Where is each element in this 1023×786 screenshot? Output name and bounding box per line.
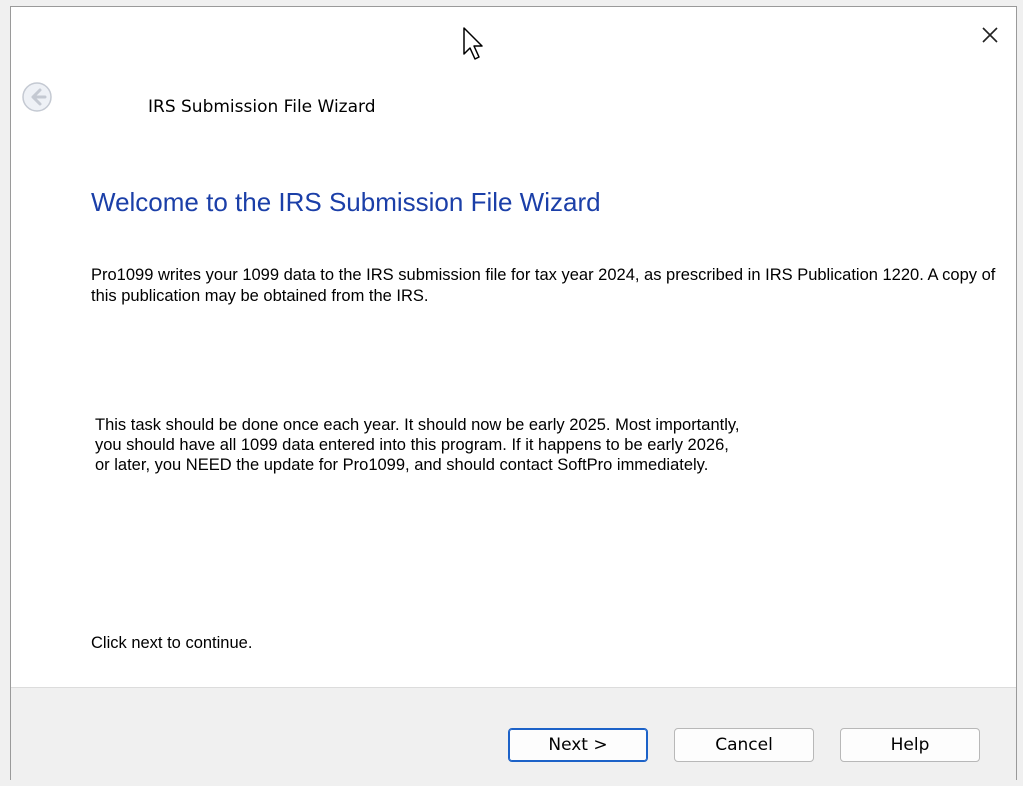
button-bar: Next > Cancel Help [11,687,1016,780]
task-text: This task should be done once each year.… [95,416,740,474]
continue-text: Click next to continue. [91,634,253,652]
next-button[interactable]: Next > [508,728,648,762]
mouse-pointer-icon [463,27,483,60]
cancel-button[interactable]: Cancel [674,728,814,762]
desktop-background: IRS Submission File Wizard Welcome to th… [0,0,1023,786]
wizard-title: IRS Submission File Wizard [148,97,376,117]
help-button[interactable]: Help [840,728,980,762]
close-button[interactable] [972,17,1008,53]
intro-text: Pro1099 writes your 1099 data to the IRS… [91,266,996,305]
wizard-dialog: IRS Submission File Wizard Welcome to th… [10,6,1017,780]
back-arrow-icon [22,82,52,112]
close-icon [982,27,998,43]
back-button[interactable] [21,81,53,113]
page-heading: Welcome to the IRS Submission File Wizar… [91,187,601,217]
